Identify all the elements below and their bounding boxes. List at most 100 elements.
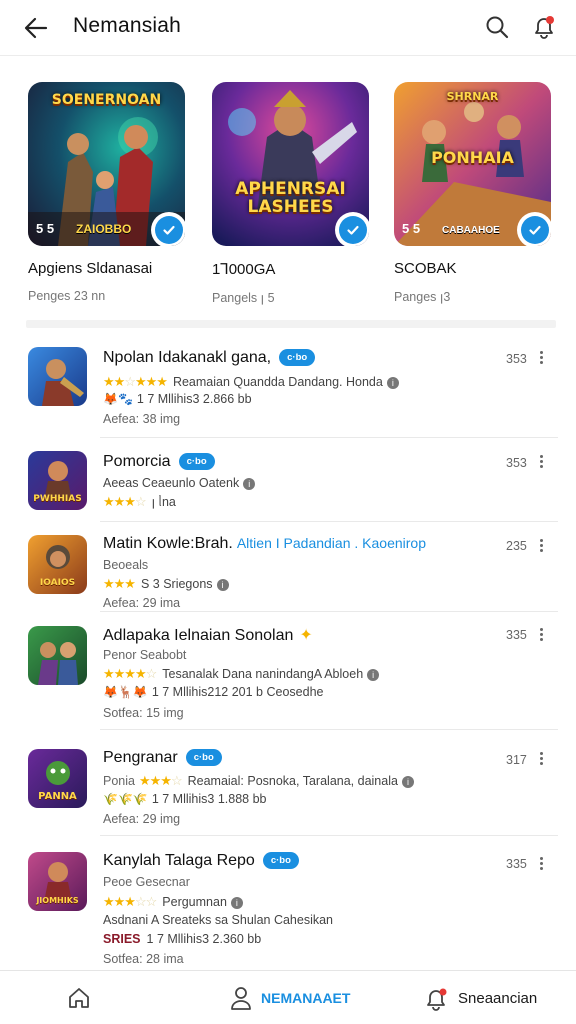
featured-card[interactable]: SOENERNOAN 5 5 ZAIOBBO Apgiens Sldanasai… <box>28 82 188 303</box>
app-title: Npolan Idakanakl gana, c·bo <box>103 349 316 367</box>
nav-people[interactable]: NEMANAAET <box>229 971 350 1024</box>
nav-alerts-label: Sneaancian <box>458 989 538 1007</box>
art-corner-number: 5 5 <box>402 221 421 236</box>
app-meta-line: ★★★ S 3 Sriegons i <box>103 576 229 592</box>
icon-caption: IOAIOS <box>39 578 76 588</box>
app-title: Pomorcia c·bo <box>103 453 215 471</box>
app-badge: c·bo <box>279 349 316 366</box>
app-description: Reamaial: Posnoka, Taralana, dainala <box>187 774 398 788</box>
more-options-button[interactable] <box>536 455 546 471</box>
featured-name: SCOBAK <box>394 260 457 277</box>
app-title-text: Matin Kowle:Brah. <box>103 535 233 552</box>
app-stats: 1 7 Mllihis3 2.360 bb <box>146 932 262 946</box>
bell-icon <box>535 16 554 39</box>
verified-badge <box>151 212 185 246</box>
search-button[interactable] <box>484 14 510 40</box>
featured-card[interactable]: APHENRSAI LASHEES 1Ꞁ000GA Pangels ꞁ 5 <box>212 82 372 305</box>
app-age-line: Aefea: 29 ima <box>103 596 181 610</box>
more-options-button[interactable] <box>536 752 546 768</box>
app-meta-line: Ponia ★★★☆ Reamaial: Posnoka, Taralana, da… <box>103 773 414 789</box>
verified-badge <box>335 212 369 246</box>
app-description: Reamaian Quandda Dandang. Honda <box>172 375 383 389</box>
app-title-text: Pomorcia <box>103 453 171 470</box>
app-stats-line: 🦊🐾 1 7 Mllihis3 2.866 bb <box>103 392 252 406</box>
more-options-button[interactable] <box>536 539 546 555</box>
app-stats-emoji: 🦊🐾 <box>103 392 133 406</box>
app-badge: c·bo <box>262 852 299 869</box>
featured-card[interactable]: SHRNAR PONHAIA 5 5 CABAAHOE SCOBAK Pange… <box>394 82 554 304</box>
section-divider <box>26 320 556 328</box>
nav-alerts[interactable]: Sneaancian <box>424 971 537 1024</box>
rating-stars: ★★★☆ <box>103 494 147 509</box>
rating-stars: ★★★★☆ <box>103 666 157 681</box>
info-icon: i <box>367 669 380 681</box>
list-item[interactable]: Adlapaka Ielnaian Sonolan ✦ Penor Seabobt… <box>0 612 576 730</box>
rating-stars: ★★☆★★★ <box>103 374 168 389</box>
notifications-button[interactable] <box>530 13 558 41</box>
home-icon <box>69 988 89 1008</box>
list-item[interactable]: Npolan Idakanakl gana, c·bo ★★☆★★★ Reamaia… <box>0 330 576 438</box>
list-item[interactable]: PWHHIAS Pomorcia c·bo Aeeas Ceaeunlo Oate… <box>0 438 576 522</box>
app-category: Beoeals <box>103 558 149 572</box>
app-title: Matin Kowle:Brah. Altien I Padandian . Ka… <box>103 535 426 553</box>
arrow-left-icon <box>24 17 48 39</box>
list-item[interactable]: IOAIOS Matin Kowle:Brah. Altien I Padandi… <box>0 522 576 612</box>
app-title-text: Kanylah Talaga Repo <box>103 852 255 869</box>
check-icon <box>163 225 175 235</box>
app-badge: c·bo <box>178 453 215 470</box>
art-title-top: SHRNAR <box>446 90 499 103</box>
info-icon: i <box>401 776 414 788</box>
icon-caption: PWHHIAS <box>33 494 82 504</box>
page-title: Nemansiah <box>73 14 182 37</box>
nav-home[interactable] <box>66 971 92 1024</box>
bell-alert-icon <box>427 988 447 1011</box>
app-icon: IOAIOS <box>28 535 87 594</box>
app-count: 353 <box>506 352 527 366</box>
verified-badge <box>517 212 551 246</box>
app-icon <box>28 347 87 406</box>
featured-thumbnail: SOENERNOAN 5 5 ZAIOBBO <box>28 82 185 246</box>
app-icon: PANNA <box>28 749 87 808</box>
app-age-line: Aefea: 38 img <box>103 412 181 426</box>
list-item[interactable]: PANNA Pengranar c·bo Ponia ★★★☆ Reamaial: P… <box>0 730 576 836</box>
app-stats: 1 7 Mllihis3 2.866 bb <box>136 392 252 406</box>
check-icon <box>529 225 541 235</box>
featured-subtitle: Penges 23 nn <box>28 289 106 303</box>
app-category: Peoe Gesecnar <box>103 875 190 889</box>
more-options-button[interactable] <box>536 628 546 644</box>
more-options-button[interactable] <box>536 857 546 873</box>
app-title-text: Adlapaka Ielnaian Sonolan <box>103 627 294 644</box>
rating-stars: ★★★ <box>103 576 136 591</box>
app-stats-emoji: 🦊🦌🦊 <box>103 685 148 699</box>
app-stats: 1 7 Mllihis212 201 b Ceosedhe <box>151 685 324 699</box>
app-header: Nemansiah <box>0 0 576 56</box>
app-count: 317 <box>506 753 527 767</box>
app-stats: S 3 Sriegons <box>140 577 213 591</box>
info-icon: i <box>243 478 256 490</box>
search-icon <box>486 16 509 39</box>
list-item[interactable]: JIOMHIKS Kanylah Talaga Repo c·bo Peoe Ge… <box>0 836 576 970</box>
art-title: PONHAIA <box>431 148 514 167</box>
app-developer-link[interactable]: Altien I Padandian . Kaoenirop <box>237 535 426 551</box>
check-icon <box>347 225 359 235</box>
person-icon <box>231 987 251 1010</box>
app-stats-emoji: 🌾🌾🌾 <box>103 792 148 806</box>
app-age-line: Aefea: 29 img <box>103 812 181 826</box>
art-bottom-title: ZAIOBBO <box>76 222 132 236</box>
more-options-button[interactable] <box>536 351 546 367</box>
bottom-navigation: NEMANAAET Sneaancian <box>0 970 576 1024</box>
art-title: SOENERNOAN <box>51 92 162 108</box>
app-title: Pengranar c·bo <box>103 749 222 767</box>
app-meta-line: ★★★☆☆ Pergumnan i <box>103 894 243 910</box>
app-count: 335 <box>506 857 527 871</box>
app-stats-line: 🦊🦌🦊 1 7 Mllihis212 201 b Ceosedhe <box>103 685 323 699</box>
featured-name: 1Ꞁ000GA <box>212 261 276 278</box>
app-stats-line: 🌾🌾🌾 1 7 Mllihis3 1.888 bb <box>103 792 266 806</box>
back-button[interactable] <box>22 14 50 42</box>
rating-stars: ★★★☆ <box>138 773 183 788</box>
app-category: Ponia <box>103 774 135 788</box>
icon-caption: PANNA <box>38 791 77 802</box>
app-stats-line: SRIES 1 7 Mllihis3 2.360 bb <box>103 932 261 946</box>
app-meta-line: ★★☆★★★ Reamaian Quandda Dandang. Honda i <box>103 374 399 390</box>
app-meta-line: ★★★★☆ Tesanalak Dana nanindangA Abloeh i <box>103 666 380 682</box>
